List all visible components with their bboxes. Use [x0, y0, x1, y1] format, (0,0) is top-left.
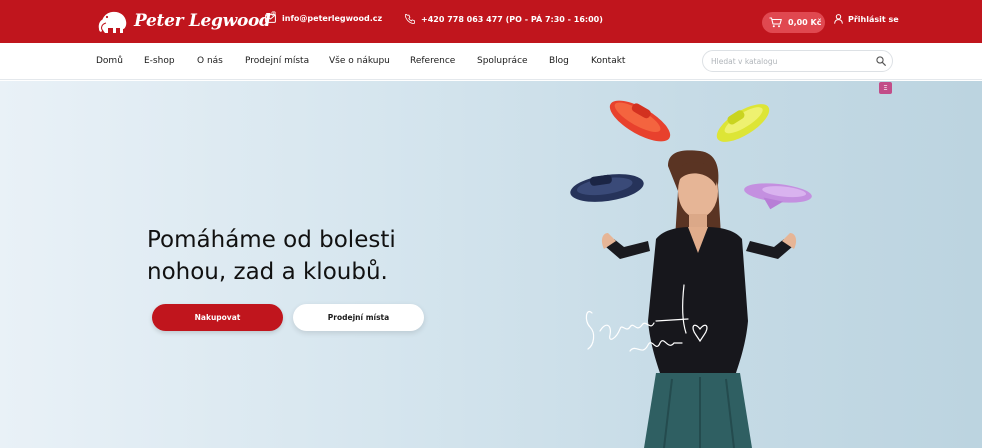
hero-title: Pomáháme od bolesti nohou, zad a kloubů.	[147, 224, 467, 288]
slipper-navy-icon	[570, 174, 644, 202]
slipper-lilac-icon	[744, 183, 812, 210]
cart-icon	[769, 17, 782, 28]
nav-item-references[interactable]: Reference	[410, 56, 455, 66]
nav-item-contact[interactable]: Kontakt	[591, 56, 625, 66]
nav-item-home[interactable]: Domů	[96, 56, 123, 66]
nav-item-stores[interactable]: Prodejní místa	[245, 56, 309, 66]
cart-button[interactable]: 0,00 Kč	[762, 12, 825, 33]
email-text: info@peterlegwood.cz	[282, 14, 383, 23]
slipper-yellow-icon	[716, 104, 770, 142]
nav-item-blog[interactable]: Blog	[549, 56, 569, 66]
hero-image	[570, 100, 812, 448]
nav-item-cooperation[interactable]: Spolupráce	[477, 56, 528, 66]
hero-title-line-1: Pomáháme od bolesti	[147, 227, 396, 253]
logo-text: Peter Legwood®	[134, 11, 277, 31]
slipper-red-icon	[609, 100, 671, 142]
stores-button[interactable]: Prodejní místa	[293, 304, 424, 331]
accessibility-badge[interactable]: Ξ	[879, 82, 892, 94]
contact-email[interactable]: info@peterlegwood.cz	[265, 14, 382, 23]
contact-phone[interactable]: +420 778 063 477 (PO - PÁ 7:30 - 16:00)	[405, 14, 603, 24]
nav-item-about[interactable]: O nás	[197, 56, 223, 66]
mammoth-logo-icon	[98, 11, 127, 34]
nav-item-eshop[interactable]: E-shop	[144, 56, 175, 66]
search-box	[702, 50, 893, 72]
cart-total: 0,00 Kč	[788, 18, 822, 27]
login-link[interactable]: Přihlásit se	[834, 14, 899, 24]
user-icon	[834, 14, 843, 24]
mail-icon	[265, 14, 276, 23]
phone-icon	[405, 14, 415, 24]
search-icon[interactable]	[876, 56, 886, 66]
login-label: Přihlásit se	[848, 14, 899, 24]
brand-logo[interactable]: Peter Legwood®	[96, 6, 277, 36]
hero-title-line-2: nohou, zad a kloubů.	[147, 259, 388, 285]
nav-item-shopping[interactable]: Vše o nákupu	[329, 56, 390, 66]
shop-button[interactable]: Nakupovat	[152, 304, 283, 331]
search-input[interactable]	[711, 55, 871, 68]
top-bar: Peter Legwood® info@peterlegwood.cz +420…	[0, 0, 982, 43]
phone-text: +420 778 063 477 (PO - PÁ 7:30 - 16:00)	[421, 14, 603, 24]
